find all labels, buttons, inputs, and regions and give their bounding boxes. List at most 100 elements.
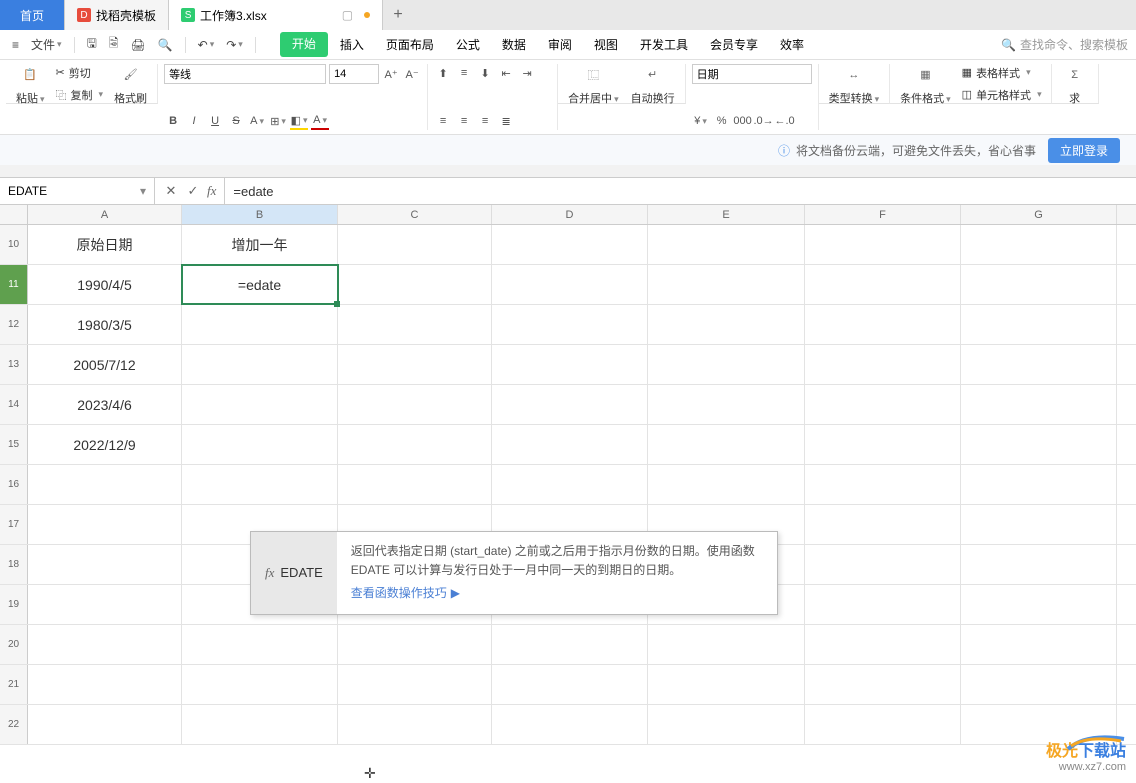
redo-button[interactable]: ↷▾ bbox=[222, 35, 247, 55]
cell-G11[interactable] bbox=[961, 265, 1117, 304]
menu-start[interactable]: 开始 bbox=[280, 32, 328, 57]
cancel-formula-button[interactable]: ✕ bbox=[163, 183, 179, 199]
cell-A22[interactable] bbox=[28, 705, 182, 744]
menu-insert[interactable]: 插入 bbox=[330, 32, 374, 57]
cell-B21[interactable] bbox=[182, 665, 338, 704]
cell-B11[interactable]: =edate bbox=[182, 265, 338, 304]
cell-F16[interactable] bbox=[805, 465, 961, 504]
cell-B16[interactable] bbox=[182, 465, 338, 504]
copy-button[interactable]: ⿻复制▾ bbox=[53, 86, 107, 104]
cell-A16[interactable] bbox=[28, 465, 182, 504]
cell-D13[interactable] bbox=[492, 345, 648, 384]
cell-C11[interactable] bbox=[338, 265, 492, 304]
cell-A12[interactable]: 1980/3/5 bbox=[28, 305, 182, 344]
col-header-B[interactable]: B bbox=[182, 205, 338, 224]
cell-A15[interactable]: 2022/12/9 bbox=[28, 425, 182, 464]
cell-C14[interactable] bbox=[338, 385, 492, 424]
cell-C22[interactable] bbox=[338, 705, 492, 744]
menu-member[interactable]: 会员专享 bbox=[700, 32, 768, 57]
cell-B13[interactable] bbox=[182, 345, 338, 384]
menu-eff[interactable]: 效率 bbox=[770, 32, 814, 57]
font-select[interactable] bbox=[164, 64, 326, 84]
cell-E21[interactable] bbox=[648, 665, 805, 704]
row-header[interactable]: 14 bbox=[0, 385, 28, 424]
paste-button[interactable]: 📋 粘贴▾ bbox=[12, 60, 49, 108]
font-effect-button[interactable]: A▾ bbox=[248, 112, 266, 130]
row-header[interactable]: 13 bbox=[0, 345, 28, 384]
cell-G17[interactable] bbox=[961, 505, 1117, 544]
cell-E22[interactable] bbox=[648, 705, 805, 744]
file-menu[interactable]: 文件▾ bbox=[27, 33, 66, 56]
cell-C10[interactable] bbox=[338, 225, 492, 264]
align-middle-icon[interactable]: ≡ bbox=[455, 64, 473, 82]
underline-button[interactable]: U bbox=[206, 112, 224, 130]
cell-G12[interactable] bbox=[961, 305, 1117, 344]
cell-A13[interactable]: 2005/7/12 bbox=[28, 345, 182, 384]
cell-B15[interactable] bbox=[182, 425, 338, 464]
cell-D15[interactable] bbox=[492, 425, 648, 464]
preview-icon[interactable]: 🔍 bbox=[154, 35, 177, 55]
wrap-button[interactable]: ↵自动换行 bbox=[627, 60, 679, 108]
comma-icon[interactable]: 000 bbox=[734, 112, 752, 130]
save-as-icon[interactable]: 🗟 bbox=[105, 31, 123, 58]
cell-A18[interactable] bbox=[28, 545, 182, 584]
suggestion-help-link[interactable]: 查看函数操作技巧 ▶ bbox=[351, 584, 460, 603]
align-left-icon[interactable]: ≡ bbox=[434, 112, 452, 130]
cell-D22[interactable] bbox=[492, 705, 648, 744]
col-header-F[interactable]: F bbox=[805, 205, 961, 224]
menu-data[interactable]: 数据 bbox=[492, 32, 536, 57]
tab-workbook[interactable]: S 工作簿3.xlsx ▢ bbox=[169, 0, 383, 30]
number-format-select[interactable] bbox=[692, 64, 812, 84]
menu-formula[interactable]: 公式 bbox=[446, 32, 490, 57]
cell-A19[interactable] bbox=[28, 585, 182, 624]
align-center-icon[interactable]: ≡ bbox=[455, 112, 473, 130]
cell-F15[interactable] bbox=[805, 425, 961, 464]
name-box[interactable]: EDATE ▾ bbox=[0, 178, 155, 204]
cell-C13[interactable] bbox=[338, 345, 492, 384]
row-header[interactable]: 12 bbox=[0, 305, 28, 344]
menu-review[interactable]: 审阅 bbox=[538, 32, 582, 57]
font-color-button[interactable]: A▾ bbox=[311, 112, 329, 130]
cell-F21[interactable] bbox=[805, 665, 961, 704]
menu-dev[interactable]: 开发工具 bbox=[630, 32, 698, 57]
cell-B14[interactable] bbox=[182, 385, 338, 424]
cell-E20[interactable] bbox=[648, 625, 805, 664]
strike-button[interactable]: S bbox=[227, 112, 245, 130]
cell-F14[interactable] bbox=[805, 385, 961, 424]
cell-B12[interactable] bbox=[182, 305, 338, 344]
cell-E14[interactable] bbox=[648, 385, 805, 424]
menu-view[interactable]: 视图 bbox=[584, 32, 628, 57]
row-header[interactable]: 15 bbox=[0, 425, 28, 464]
cell-A10[interactable]: 原始日期 bbox=[28, 225, 182, 264]
cell-F19[interactable] bbox=[805, 585, 961, 624]
cell-C16[interactable] bbox=[338, 465, 492, 504]
cell-D16[interactable] bbox=[492, 465, 648, 504]
cell-D21[interactable] bbox=[492, 665, 648, 704]
hamburger-icon[interactable]: ≡ bbox=[8, 35, 23, 55]
border-button[interactable]: ⊞▾ bbox=[269, 112, 287, 130]
type-convert-button[interactable]: ↔类型转换▾ bbox=[825, 60, 884, 108]
cell-C20[interactable] bbox=[338, 625, 492, 664]
search-commands[interactable]: 🔍 查找命令、搜索模板 bbox=[1001, 36, 1128, 53]
row-header[interactable]: 20 bbox=[0, 625, 28, 664]
cut-button[interactable]: ✂剪切 bbox=[53, 64, 107, 82]
cell-C12[interactable] bbox=[338, 305, 492, 344]
cell-G20[interactable] bbox=[961, 625, 1117, 664]
cell-E12[interactable] bbox=[648, 305, 805, 344]
row-header[interactable]: 21 bbox=[0, 665, 28, 704]
save-icon[interactable]: 🖫 bbox=[83, 31, 101, 58]
formula-input[interactable]: =edate bbox=[225, 184, 1136, 199]
cell-F11[interactable] bbox=[805, 265, 961, 304]
cell-G10[interactable] bbox=[961, 225, 1117, 264]
col-header-A[interactable]: A bbox=[28, 205, 182, 224]
align-bottom-icon[interactable]: ⬇ bbox=[476, 64, 494, 82]
cell-style-button[interactable]: ◫单元格样式▾ bbox=[959, 86, 1045, 104]
cell-G18[interactable] bbox=[961, 545, 1117, 584]
tab-daoKe[interactable]: D 找稻壳模板 bbox=[65, 0, 169, 30]
cell-F12[interactable] bbox=[805, 305, 961, 344]
cell-E16[interactable] bbox=[648, 465, 805, 504]
cell-B20[interactable] bbox=[182, 625, 338, 664]
cell-F13[interactable] bbox=[805, 345, 961, 384]
undo-button[interactable]: ↶▾ bbox=[194, 35, 219, 55]
align-justify-icon[interactable]: ≣ bbox=[497, 112, 515, 130]
